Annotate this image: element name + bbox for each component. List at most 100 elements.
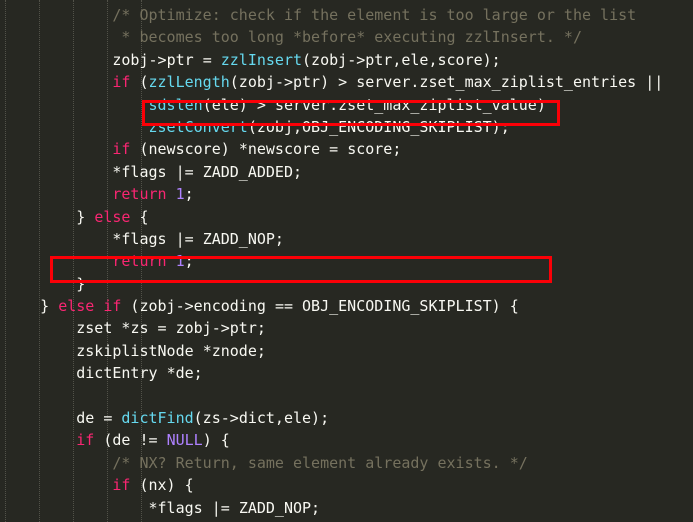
code-token: (zobj <box>302 50 348 69</box>
code-token: > <box>256 95 275 114</box>
code-token: ptr <box>166 50 203 69</box>
code-token: 1 <box>175 252 185 271</box>
code-content[interactable]: /* Optimize: check if the element is too… <box>0 4 693 522</box>
code-line[interactable]: return 1; <box>0 250 693 272</box>
code-token: != <box>139 431 167 450</box>
code-token: * <box>202 341 212 360</box>
code-line[interactable]: de = dictFind(zs->dict,ele); <box>0 407 693 429</box>
code-token: * becomes too long *before* executing zz… <box>121 28 582 47</box>
code-token: ; <box>184 185 194 204</box>
code-token: de; <box>175 364 203 383</box>
code-token: flags <box>121 229 176 248</box>
code-token: if <box>76 431 95 450</box>
code-token: ptr) <box>293 73 339 92</box>
code-token: -> <box>211 319 230 338</box>
code-token: return <box>112 185 167 204</box>
code-token: = <box>202 50 221 69</box>
code-line[interactable]: *flags |= ZADD_ADDED; <box>0 161 693 183</box>
code-line[interactable]: } <box>0 273 693 295</box>
code-line[interactable]: /* NX? Return, same element already exis… <box>0 452 693 474</box>
code-line[interactable]: zset *zs = zobj->ptr; <box>0 317 693 339</box>
code-token: ) { <box>202 431 230 450</box>
code-token: score; <box>347 140 402 159</box>
code-editor-view[interactable]: /* Optimize: check if the element is too… <box>0 0 693 522</box>
code-token: /* NX? Return, same element already exis… <box>112 453 528 472</box>
code-token: zset <box>76 319 122 338</box>
code-token: de <box>76 409 104 428</box>
code-token: -> <box>347 50 366 69</box>
code-line[interactable]: zskiplistNode *znode; <box>0 340 693 362</box>
code-token: dictEntry <box>76 364 167 383</box>
code-token: == <box>274 297 303 316</box>
code-token: > <box>338 73 357 92</box>
code-token: newscore <box>247 140 330 159</box>
code-token: zzlLength <box>148 73 230 92</box>
code-token: -> <box>148 50 167 69</box>
code-token: |= <box>175 229 203 248</box>
code-token: } <box>76 207 95 226</box>
code-token: ZADD_NOP; <box>202 229 284 248</box>
code-token: } <box>76 274 86 293</box>
code-line[interactable]: if (nx) { <box>0 474 693 496</box>
code-token: (de <box>94 431 140 450</box>
code-line[interactable]: /* Optimize: check if the element is too… <box>0 4 693 26</box>
code-token: ptr,ele,score); <box>365 50 501 69</box>
code-line[interactable]: *flags |= ZADD_NOP; <box>0 497 693 519</box>
code-token: dictFind <box>121 409 194 428</box>
code-token: dict,ele); <box>238 409 330 428</box>
code-token: |= <box>175 162 203 181</box>
code-token: { <box>130 207 149 226</box>
code-token: zsetConvert <box>148 117 248 136</box>
code-token: server.zset_max_ziplist_value) <box>274 95 546 114</box>
code-token: |= <box>211 498 239 517</box>
code-token: OBJ_ENCODING_SKIPLIST) { <box>302 297 519 316</box>
code-token: -> <box>274 73 293 92</box>
code-line[interactable]: dictEntry *de; <box>0 362 693 384</box>
code-token: 1 <box>175 185 185 204</box>
code-token: if <box>112 73 131 92</box>
code-line[interactable]: } else { <box>0 206 693 228</box>
code-line[interactable]: sdslen(ele) > server.zset_max_ziplist_va… <box>0 94 693 116</box>
code-token: ptr; <box>229 319 266 338</box>
code-line[interactable]: return 1; <box>0 183 693 205</box>
code-token: ( <box>130 73 149 92</box>
code-token: -> <box>175 297 194 316</box>
code-token: (zobj <box>229 73 275 92</box>
code-token: znode; <box>211 341 266 360</box>
code-line[interactable]: if (newscore) *newscore = score; <box>0 138 693 160</box>
code-line[interactable]: if (de != NULL) { <box>0 429 693 451</box>
code-line[interactable]: * becomes too long *before* executing zz… <box>0 26 693 48</box>
code-token: = <box>103 409 122 428</box>
code-token: ; <box>184 252 194 271</box>
code-token: * <box>148 498 158 517</box>
code-line[interactable]: *flags |= ZADD_NOP; <box>0 228 693 250</box>
code-line[interactable] <box>0 385 693 407</box>
code-line[interactable]: zobj->ptr = zzlInsert(zobj->ptr,ele,scor… <box>0 49 693 71</box>
code-line[interactable]: if (zzlLength(zobj->ptr) > server.zset_m… <box>0 71 693 93</box>
code-token: if <box>112 476 131 495</box>
code-line[interactable]: } else if (zobj->encoding == OBJ_ENCODIN… <box>0 295 693 317</box>
code-token: ZADD_ADDED; <box>202 162 303 181</box>
code-token: flags <box>157 498 212 517</box>
code-token: sdslen <box>148 95 203 114</box>
code-token: return <box>112 252 167 271</box>
code-line[interactable]: zsetConvert(zobj,OBJ_ENCODING_SKIPLIST); <box>0 116 693 138</box>
